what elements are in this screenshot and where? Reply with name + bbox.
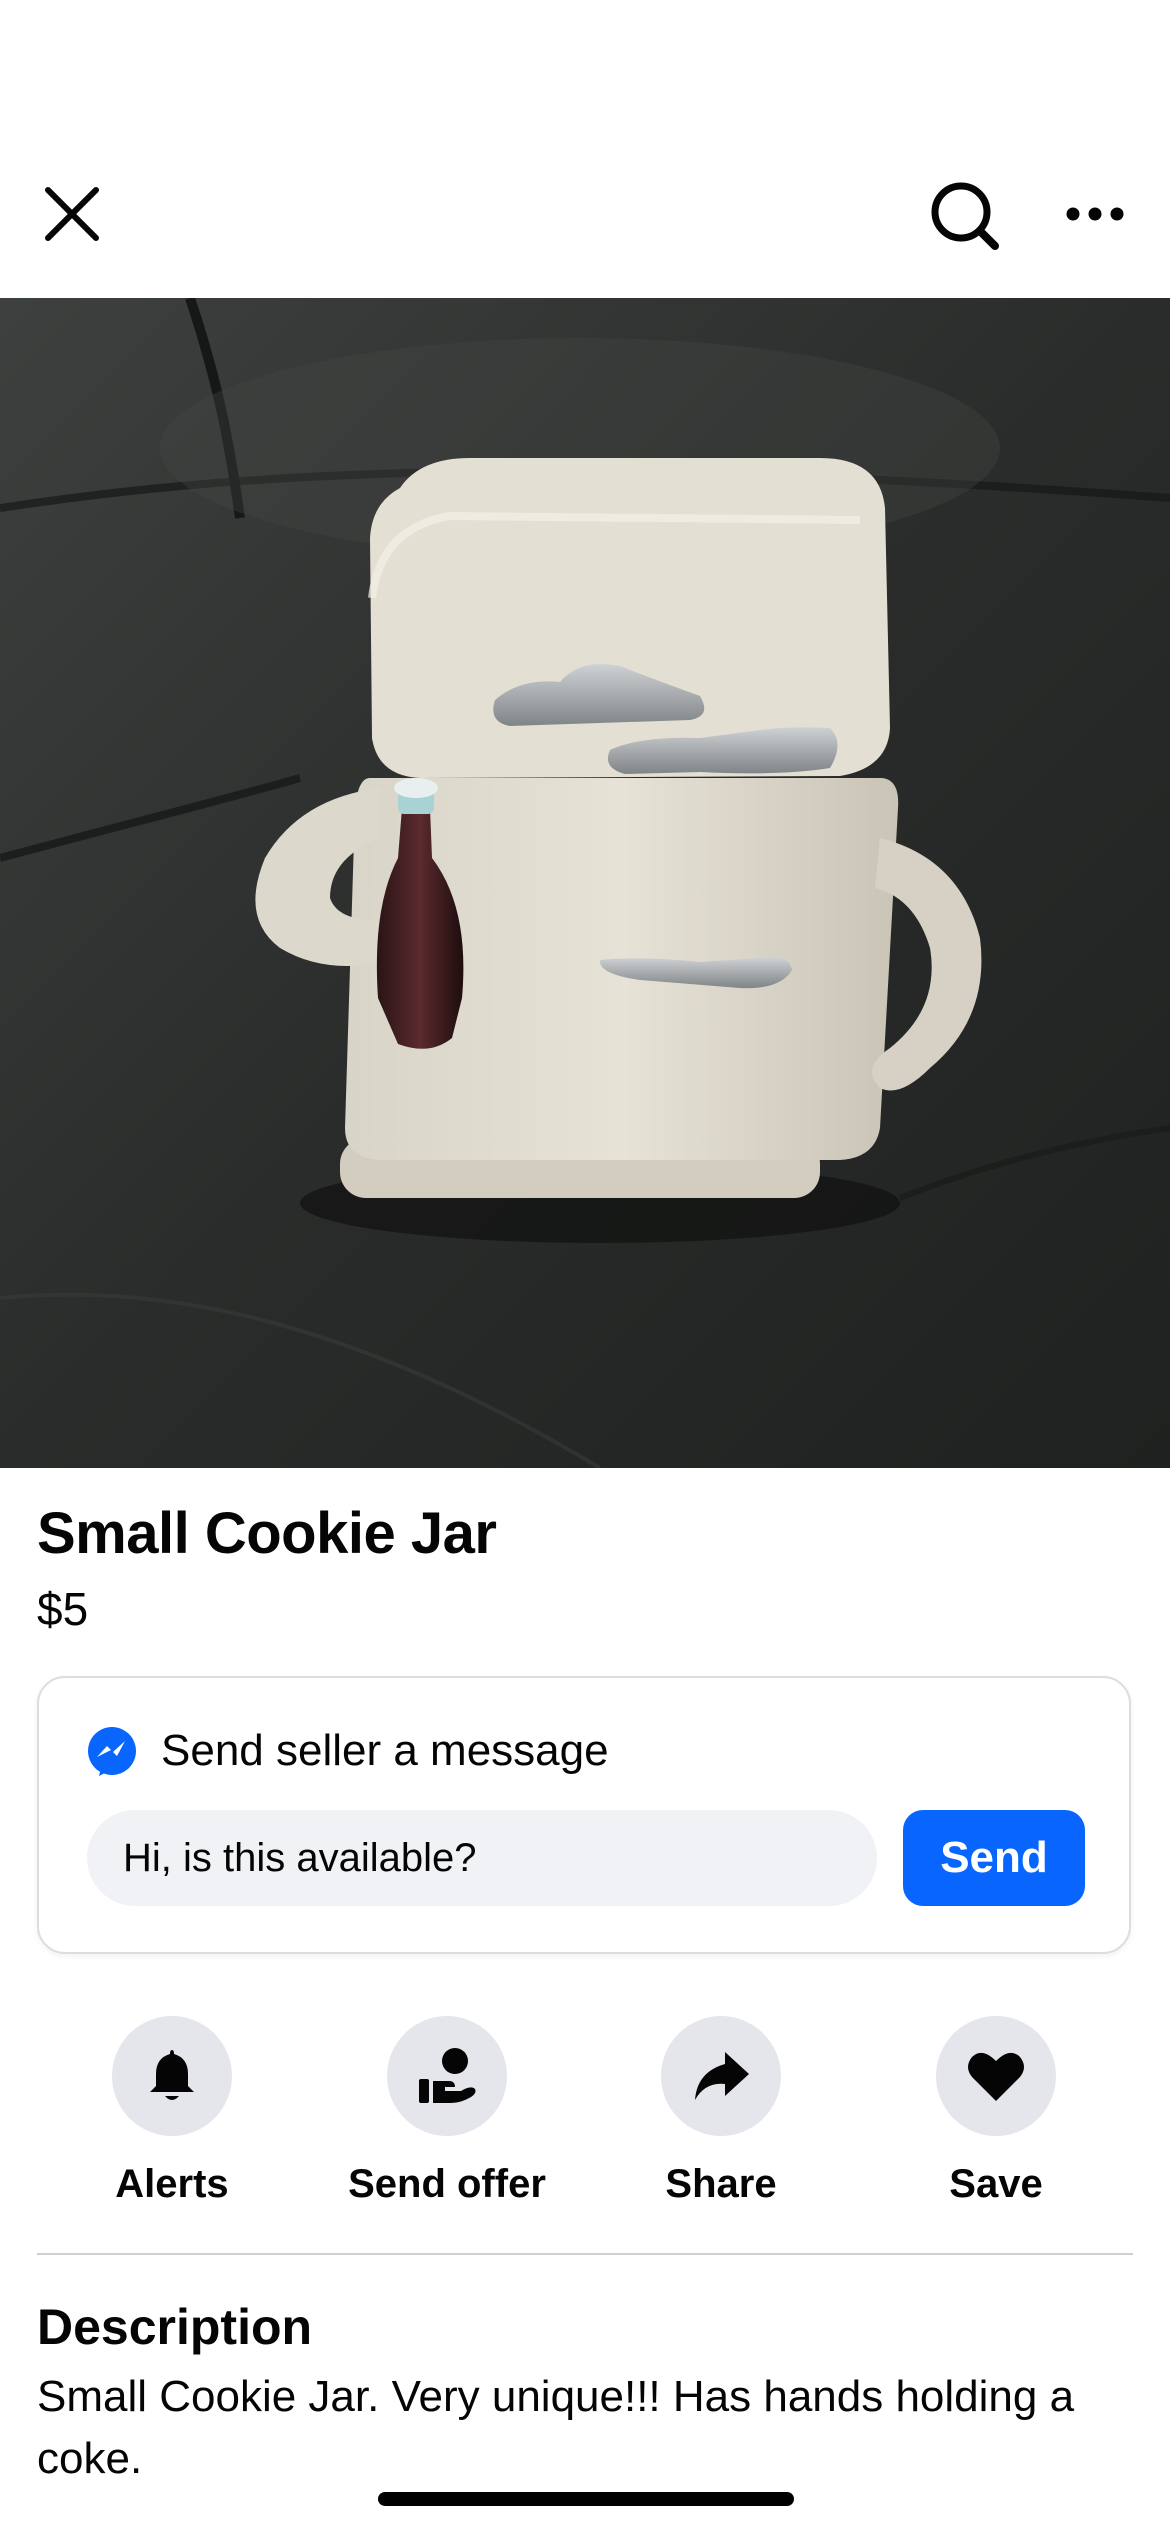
heart-icon	[968, 2052, 1024, 2101]
divider	[37, 2253, 1133, 2255]
top-bar	[0, 0, 1170, 298]
search-icon	[931, 182, 999, 250]
message-input-text: Hi, is this available?	[123, 1835, 477, 1880]
share-arrow-icon	[695, 2052, 749, 2100]
close-icon	[45, 187, 99, 241]
description-heading: Description	[37, 2299, 313, 2355]
home-indicator[interactable]	[378, 2492, 794, 2506]
close-button[interactable]	[36, 178, 108, 250]
listing-price: $5	[37, 1583, 89, 1635]
search-button[interactable]	[925, 176, 1005, 256]
marketplace-listing-page: Small Cookie Jar $5 Send seller a messag…	[0, 0, 1170, 2532]
offer-hand-icon	[419, 2048, 476, 2103]
message-card-header: Send seller a message	[87, 1726, 609, 1776]
save-circle	[936, 2016, 1056, 2136]
save-label: Save	[949, 2162, 1043, 2206]
messenger-icon	[88, 1727, 136, 1776]
action-row: Alerts Send offer Share Save	[0, 2016, 1170, 2216]
send-offer-circle	[387, 2016, 507, 2136]
send-button[interactable]: Send	[903, 1810, 1085, 1906]
more-options-button[interactable]	[1060, 178, 1130, 250]
bell-icon	[150, 2050, 194, 2100]
message-input[interactable]: Hi, is this available?	[87, 1810, 877, 1906]
save-button[interactable]: Save	[866, 2016, 1126, 2207]
share-label: Share	[665, 2162, 777, 2206]
send-offer-button[interactable]: Send offer	[317, 2016, 577, 2207]
listing-photo[interactable]	[0, 298, 1170, 1468]
message-seller-card: Send seller a message Hi, is this availa…	[37, 1676, 1131, 1954]
cookie-jar-image	[0, 298, 1170, 1468]
description-text: Small Cookie Jar. Very unique!!! Has han…	[37, 2372, 1075, 2483]
message-card-heading: Send seller a message	[161, 1726, 609, 1775]
send-offer-label: Send offer	[348, 2162, 546, 2206]
share-button[interactable]: Share	[591, 2016, 851, 2207]
alerts-circle	[112, 2016, 232, 2136]
alerts-button[interactable]: Alerts	[42, 2016, 302, 2207]
share-circle	[661, 2016, 781, 2136]
listing-title: Small Cookie Jar	[37, 1501, 497, 1566]
alerts-label: Alerts	[115, 2162, 229, 2206]
more-horizontal-icon	[1066, 207, 1124, 221]
